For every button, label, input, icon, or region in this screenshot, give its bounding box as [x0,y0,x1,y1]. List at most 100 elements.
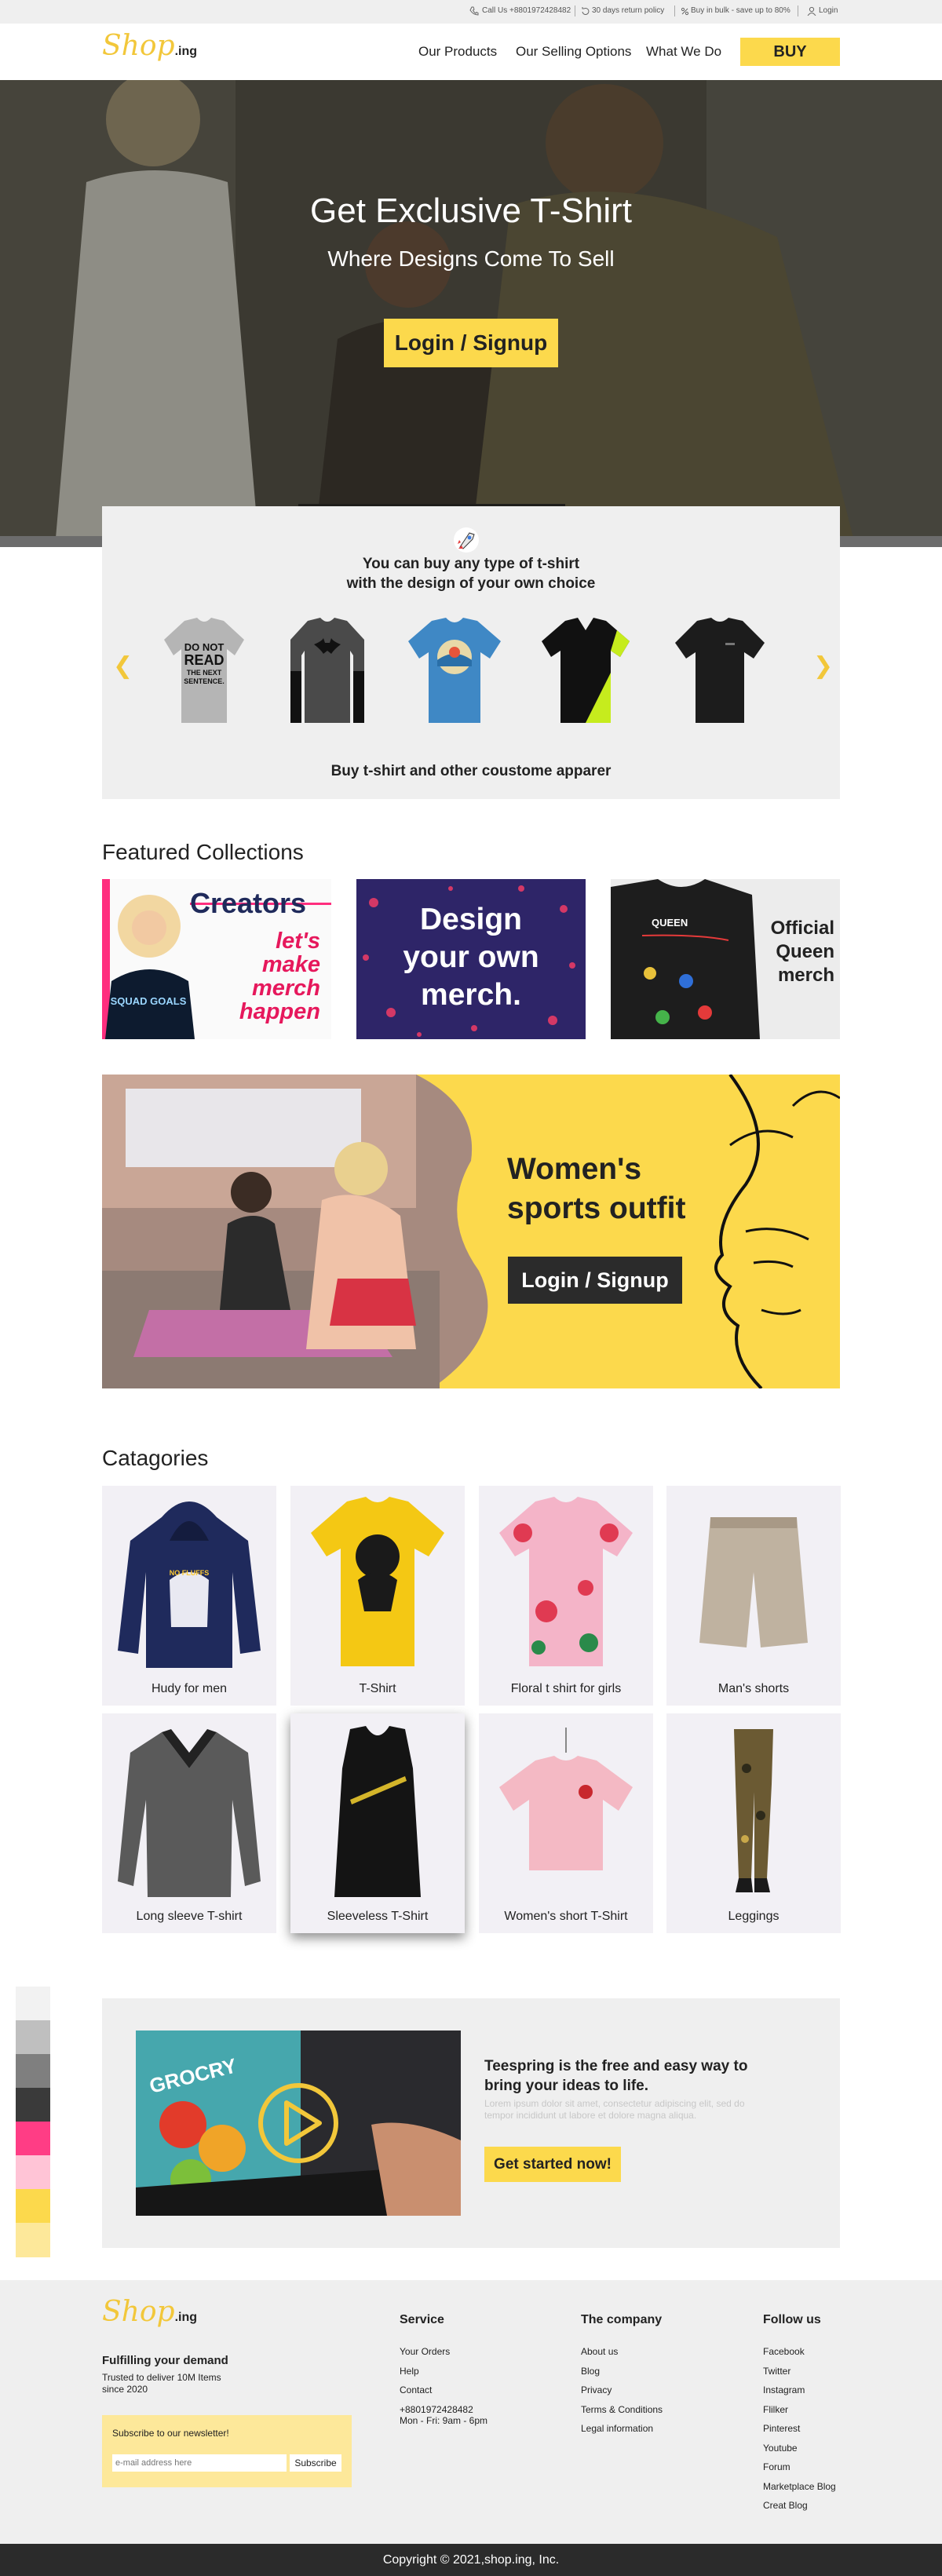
category-hoodie-men[interactable]: NO FLUFFS Hudy for men [102,1486,276,1706]
creators-heading: Creators [190,887,307,919]
shorts-image [699,1517,808,1647]
promo-title-line-1: Women's [507,1152,642,1186]
footer-company-title: The company [581,2313,663,2326]
topbar-call[interactable]: Call Us +8801972428482 [482,6,571,15]
video-heading: Teespring is the free and easy way to br… [484,2056,747,2096]
video-body-line-2: tempor incididunt ut labore et dolore ma… [484,2110,697,2121]
creators-tagline-1: let's [276,929,320,954]
category-tshirt[interactable]: T-Shirt [290,1486,465,1706]
tshirt-do-not-read[interactable]: DO NOT READ THE NEXT SENTENCE. [161,616,247,726]
tshirt-blue-print[interactable] [403,616,506,726]
video-body: Lorem ipsum dolor sit amet, consectetur … [484,2098,745,2122]
design-merch-text: Design your own merch. [356,901,586,1014]
footer-follow-link[interactable]: Instagram [763,2384,805,2395]
creators-shirt-text: SQUAD GOALS [110,995,187,1007]
collection-creators[interactable]: Creators SQUAD GOALS let's make merch ha… [102,879,331,1039]
video-heading-line-1: Teespring is the free and easy way to [484,2058,748,2074]
promo-image [102,1075,840,1388]
color-swatch [16,2122,50,2156]
newsletter-email-input[interactable] [112,2454,287,2472]
topbar-divider [674,5,675,16]
carousel-prev-arrow[interactable]: ❮ [113,652,133,680]
footer-service-link[interactable]: Contact [400,2384,432,2395]
svg-text:DO NOT: DO NOT [184,641,225,653]
footer-logo-script: Shop [102,2296,175,2328]
floral-tshirt-image [499,1497,633,1666]
tshirt-black-plain[interactable] [669,616,771,726]
footer-follow-link[interactable]: Facebook [763,2346,805,2357]
logo[interactable]: Shop.ing [102,30,197,62]
footer-logo[interactable]: Shop.ing [102,2296,197,2328]
footer-follow-link[interactable]: Pinterest [763,2423,800,2434]
nav-what-we-do[interactable]: What We Do [646,44,721,60]
footer-service-link[interactable]: Your Orders [400,2346,450,2357]
footer-follow-link[interactable]: Forum [763,2461,790,2472]
hero-title: Get Exclusive T-Shirt [310,192,632,230]
category-sleeveless[interactable]: Sleeveless T-Shirt [290,1713,465,1933]
footer: Shop.ing Fulfilling your demand Trusted … [0,2280,942,2544]
tshirt-showcase: You can buy any type of t-shirt with the… [102,506,840,799]
footer-follow-link[interactable]: Marketplace Blog [763,2481,836,2492]
newsletter-box: Subscribe to our newsletter! Subscribe [102,2415,352,2487]
queen-shirt-text: QUEEN [652,917,688,929]
category-label: Floral t shirt for girls [510,1682,622,1695]
design-merch-line-3: merch. [421,978,521,1012]
topbar-bulk[interactable]: Buy in bulk - save up to 80% [691,6,790,15]
hero-banner [0,80,942,547]
category-mens-shorts[interactable]: Man's shorts [666,1486,841,1706]
phone-icon [469,6,479,16]
womens-tshirt-image [499,1728,633,1870]
promo-title: Women's sports outfit [507,1150,685,1228]
footer-company-link[interactable]: Legal information [581,2423,653,2434]
creators-tagline-3: merch [251,976,320,1001]
footer-follow-link[interactable]: Flilker [763,2404,788,2415]
collection-queen-merch[interactable]: QUEEN Official Queen merch [611,879,840,1039]
subscribe-button[interactable]: Subscribe [290,2454,341,2472]
footer-company-link[interactable]: Privacy [581,2384,612,2395]
category-label: Leggings [728,1910,780,1923]
category-womens-short-tshirt[interactable]: Women's short T-Shirt [479,1713,653,1933]
nav-our-products[interactable]: Our Products [418,44,497,60]
promo-login-signup-button[interactable]: Login / Signup [508,1257,682,1304]
footer-follow-link[interactable]: Twitter [763,2366,790,2377]
category-label: Women's short T-Shirt [504,1910,628,1923]
creators-tagline-4: happen [239,999,320,1024]
footer-follow-link[interactable]: Creat Blog [763,2500,808,2511]
queen-merch-line-1: Official [770,918,834,939]
nav-selling-options[interactable]: Our Selling Options [516,44,631,60]
hero-photo [0,80,942,547]
footer-company-link[interactable]: Terms & Conditions [581,2404,663,2415]
footer-service-link[interactable]: Help [400,2366,419,2377]
tshirt-batman[interactable] [276,616,378,726]
top-bar: Call Us +8801972428482 30 days return po… [0,0,942,24]
copyright-bar: Copyright © 2021,shop.ing, Inc. [0,2544,942,2576]
hero-login-signup-button[interactable]: Login / Signup [384,319,558,367]
creators-tagline: let's make merch happen [220,929,320,1023]
hoodie-image: NO FLUFFS [118,1501,261,1668]
sleeveless-image [334,1726,421,1897]
topbar-login[interactable]: Login [819,6,838,15]
footer-tagline: Fulfilling your demand [102,2354,228,2367]
topbar-returns[interactable]: 30 days return policy [592,6,664,15]
newsletter-title: Subscribe to our newsletter! [112,2428,229,2439]
video-thumbnail[interactable]: GROCRY [136,2031,461,2216]
svg-text:SENTENCE.: SENTENCE. [184,677,225,685]
collection-design-merch[interactable]: Design your own merch. [356,879,586,1039]
category-label: Sleeveless T-Shirt [327,1910,429,1923]
category-leggings[interactable]: Leggings [666,1713,841,1933]
svg-text:THE NEXT: THE NEXT [187,669,222,677]
footer-follow-link[interactable]: Youtube [763,2443,798,2454]
footer-company-link[interactable]: About us [581,2346,618,2357]
category-long-sleeve[interactable]: Long sleeve T-shirt [102,1713,276,1933]
buy-button[interactable]: BUY [740,38,840,66]
long-sleeve-image [118,1729,261,1897]
get-started-button[interactable]: Get started now! [484,2147,621,2182]
category-floral-tshirt[interactable]: Floral t shirt for girls [479,1486,653,1706]
carousel-next-arrow[interactable]: ❯ [813,652,833,680]
video-section: GROCRY Teespring is the free and easy wa… [102,1998,840,2248]
yellow-tshirt-image [311,1497,444,1666]
tshirt-polo-sport[interactable] [539,616,633,726]
leggings-image [734,1729,773,1892]
hero-subtitle: Where Designs Come To Sell [327,246,615,271]
footer-company-link[interactable]: Blog [581,2366,600,2377]
